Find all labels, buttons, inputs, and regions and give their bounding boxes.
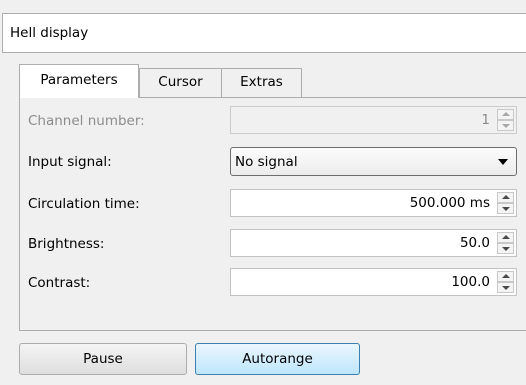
channel-number-value: 1: [481, 112, 490, 128]
input-signal-label: Input signal:: [28, 154, 112, 170]
pause-button-label: Pause: [83, 351, 123, 367]
chevron-up-icon[interactable]: [497, 271, 514, 282]
autorange-button[interactable]: Autorange: [195, 343, 360, 375]
contrast-spin-arrows: [497, 271, 514, 293]
tab-extras-label: Extras: [240, 74, 283, 90]
channel-number-spinbox: 1: [230, 106, 517, 134]
brightness-label: Brightness:: [28, 236, 105, 252]
channel-number-row: Channel number: 1: [20, 104, 526, 138]
contrast-value: 100.0: [451, 274, 490, 290]
tab-extras[interactable]: Extras: [221, 68, 302, 98]
chevron-down-icon: [497, 120, 514, 131]
tab-cursor-label: Cursor: [158, 74, 203, 90]
brightness-spinbox[interactable]: 50.0: [230, 229, 517, 257]
contrast-label: Contrast:: [28, 275, 91, 291]
circulation-time-spin-arrows: [497, 192, 514, 214]
brightness-row: Brightness: 50.0: [20, 227, 526, 261]
hell-display-window: Hell display Parameters Cursor Extras Ch…: [0, 0, 526, 385]
channel-number-spin-arrows: [497, 109, 514, 131]
circulation-time-spinbox[interactable]: 500.000 ms: [230, 189, 517, 217]
chevron-up-icon[interactable]: [497, 192, 514, 203]
circulation-time-label: Circulation time:: [28, 196, 140, 212]
circulation-time-row: Circulation time: 500.000 ms: [20, 187, 526, 221]
contrast-spinbox[interactable]: 100.0: [230, 268, 517, 296]
brightness-value: 50.0: [459, 235, 490, 251]
chevron-up-icon: [497, 109, 514, 120]
circulation-time-value: 500.000 ms: [409, 195, 490, 211]
parameters-panel: Channel number: 1 Input signal: No signa…: [19, 97, 526, 331]
chevron-down-icon[interactable]: [497, 203, 514, 214]
input-signal-value: No signal: [235, 154, 298, 170]
contrast-row: Contrast: 100.0: [20, 266, 526, 300]
chevron-down-icon[interactable]: [497, 282, 514, 293]
chevron-up-icon[interactable]: [497, 232, 514, 243]
channel-number-label: Channel number:: [28, 113, 145, 129]
tab-cursor[interactable]: Cursor: [139, 68, 222, 98]
input-signal-row: Input signal: No signal: [20, 145, 526, 179]
window-title: Hell display: [10, 25, 89, 41]
pause-button[interactable]: Pause: [19, 343, 187, 375]
input-signal-select[interactable]: No signal: [230, 147, 517, 176]
window-title-bar: Hell display: [2, 13, 526, 53]
tab-parameters[interactable]: Parameters: [19, 64, 139, 98]
chevron-down-icon[interactable]: [497, 243, 514, 254]
brightness-spin-arrows: [497, 232, 514, 254]
caret-down-icon: [498, 159, 508, 165]
tab-parameters-label: Parameters: [40, 72, 118, 88]
autorange-button-label: Autorange: [242, 351, 313, 367]
